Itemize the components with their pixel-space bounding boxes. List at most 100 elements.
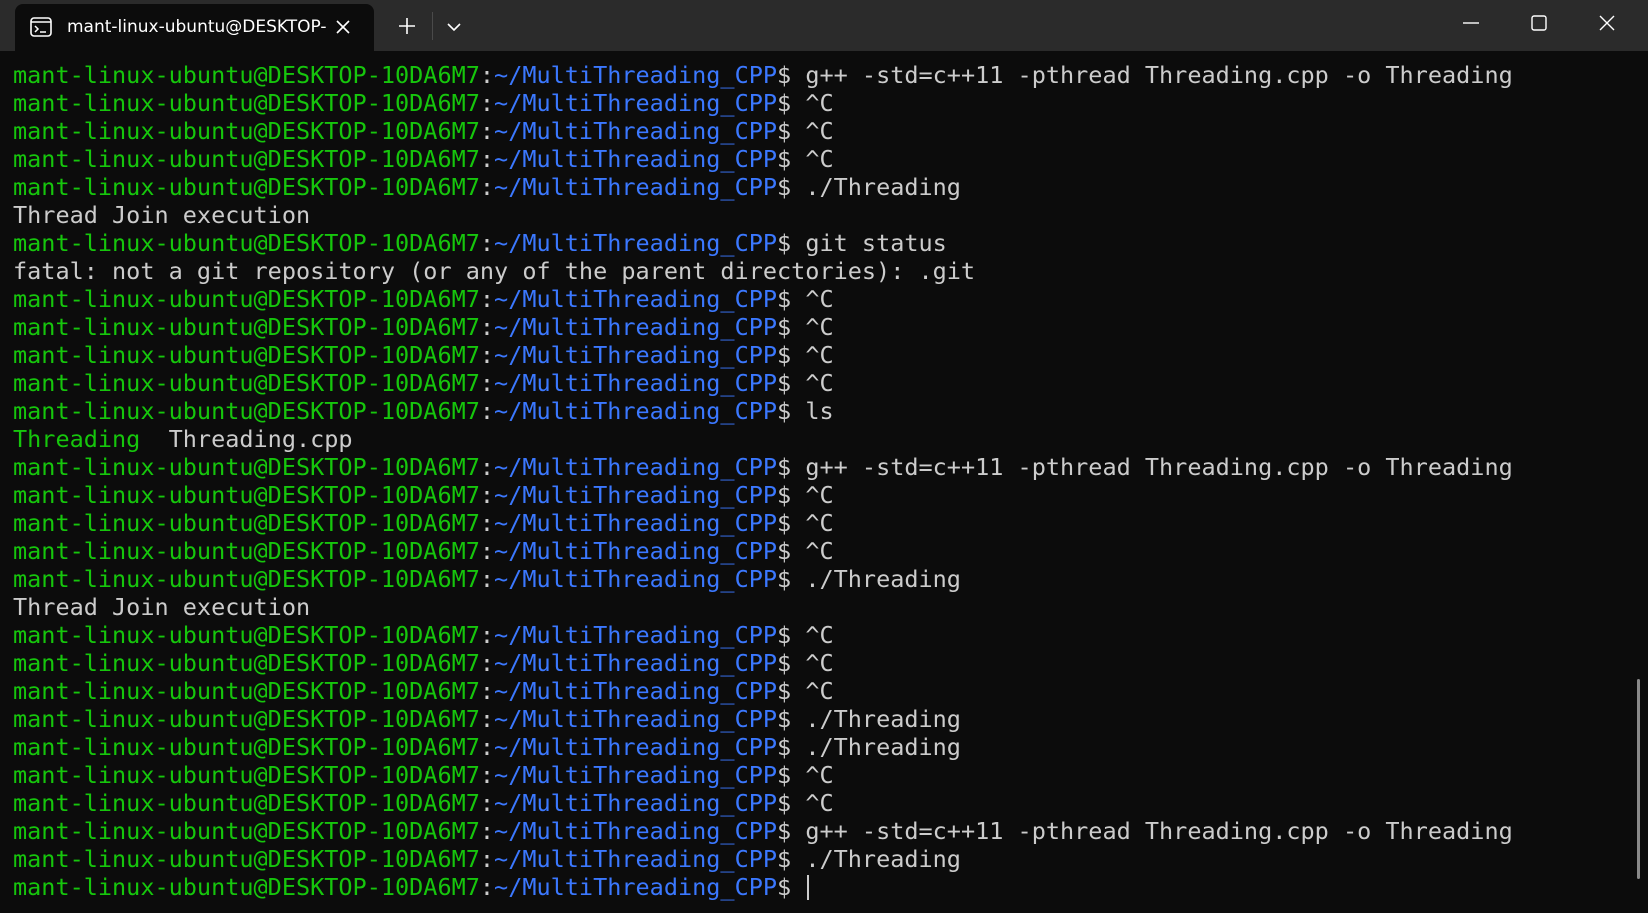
prompt-path: ~/MultiThreading_CPP xyxy=(494,649,778,677)
output-text: fatal: not a git repository (or any of t… xyxy=(13,257,976,285)
prompt-symbol: $ xyxy=(777,481,792,509)
close-tab-icon[interactable] xyxy=(334,18,352,36)
command-text: ^C xyxy=(805,117,834,145)
prompt-line: mant-linux-ubuntu@DESKTOP-10DA6M7:~/Mult… xyxy=(13,873,1630,901)
prompt-path: ~/MultiThreading_CPP xyxy=(494,117,778,145)
prompt-line: mant-linux-ubuntu@DESKTOP-10DA6M7:~/Mult… xyxy=(13,229,1630,257)
prompt-separator: : xyxy=(479,789,495,817)
close-icon xyxy=(1599,15,1615,31)
command-text: ^C xyxy=(805,369,834,397)
output-line: Thread Join execution xyxy=(13,201,1630,229)
prompt-path: ~/MultiThreading_CPP xyxy=(494,229,778,257)
prompt-line: mant-linux-ubuntu@DESKTOP-10DA6M7:~/Mult… xyxy=(13,369,1630,397)
prompt-symbol: $ xyxy=(777,621,792,649)
prompt-line: mant-linux-ubuntu@DESKTOP-10DA6M7:~/Mult… xyxy=(13,341,1630,369)
prompt-line: mant-linux-ubuntu@DESKTOP-10DA6M7:~/Mult… xyxy=(13,509,1630,537)
prompt-separator: : xyxy=(479,145,495,173)
prompt-line: mant-linux-ubuntu@DESKTOP-10DA6M7:~/Mult… xyxy=(13,649,1630,677)
prompt-symbol: $ xyxy=(777,845,792,873)
output-text: Thread Join execution xyxy=(13,593,311,621)
prompt-user-host: mant-linux-ubuntu@DESKTOP-10DA6M7 xyxy=(13,845,480,873)
prompt-separator: : xyxy=(479,481,495,509)
output-line: Thread Join execution xyxy=(13,593,1630,621)
maximize-button[interactable] xyxy=(1505,0,1573,46)
prompt-symbol: $ xyxy=(777,341,792,369)
command-text: g++ -std=c++11 -pthread Threading.cpp -o… xyxy=(805,817,1513,845)
command-text: ./Threading xyxy=(805,845,961,873)
prompt-user-host: mant-linux-ubuntu@DESKTOP-10DA6M7 xyxy=(13,89,480,117)
prompt-path: ~/MultiThreading_CPP xyxy=(494,145,778,173)
prompt-symbol: $ xyxy=(777,733,792,761)
prompt-separator: : xyxy=(479,537,495,565)
command-text: ^C xyxy=(805,89,834,117)
prompt-symbol: $ xyxy=(777,649,792,677)
prompt-separator: : xyxy=(479,117,495,145)
prompt-symbol: $ xyxy=(777,285,792,313)
prompt-line: mant-linux-ubuntu@DESKTOP-10DA6M7:~/Mult… xyxy=(13,313,1630,341)
prompt-path: ~/MultiThreading_CPP xyxy=(494,705,778,733)
prompt-separator: : xyxy=(479,285,495,313)
command-text: ^C xyxy=(805,621,834,649)
terminal-output[interactable]: mant-linux-ubuntu@DESKTOP-10DA6M7:~/Mult… xyxy=(0,51,1630,913)
prompt-line: mant-linux-ubuntu@DESKTOP-10DA6M7:~/Mult… xyxy=(13,145,1630,173)
prompt-user-host: mant-linux-ubuntu@DESKTOP-10DA6M7 xyxy=(13,117,480,145)
prompt-user-host: mant-linux-ubuntu@DESKTOP-10DA6M7 xyxy=(13,173,480,201)
command-text: ^C xyxy=(805,509,834,537)
prompt-path: ~/MultiThreading_CPP xyxy=(494,873,778,901)
close-window-button[interactable] xyxy=(1573,0,1641,46)
prompt-path: ~/MultiThreading_CPP xyxy=(494,369,778,397)
scrollbar[interactable] xyxy=(1630,51,1648,913)
prompt-line: mant-linux-ubuntu@DESKTOP-10DA6M7:~/Mult… xyxy=(13,817,1630,845)
prompt-user-host: mant-linux-ubuntu@DESKTOP-10DA6M7 xyxy=(13,733,480,761)
output-line: fatal: not a git repository (or any of t… xyxy=(13,257,1630,285)
prompt-user-host: mant-linux-ubuntu@DESKTOP-10DA6M7 xyxy=(13,285,480,313)
terminal-tab[interactable]: mant-linux-ubuntu@DESKTOP-10DA6M7: ~/Mul… xyxy=(15,4,374,51)
command-text: g++ -std=c++11 -pthread Threading.cpp -o… xyxy=(805,453,1513,481)
prompt-path: ~/MultiThreading_CPP xyxy=(494,789,778,817)
prompt-path: ~/MultiThreading_CPP xyxy=(494,285,778,313)
command-text: ./Threading xyxy=(805,173,961,201)
prompt-symbol: $ xyxy=(777,369,792,397)
plus-icon xyxy=(399,18,415,34)
prompt-user-host: mant-linux-ubuntu@DESKTOP-10DA6M7 xyxy=(13,621,480,649)
terminal-window: mant-linux-ubuntu@DESKTOP-10DA6M7: ~/Mul… xyxy=(0,0,1648,913)
prompt-path: ~/MultiThreading_CPP xyxy=(494,509,778,537)
chevron-down-icon xyxy=(447,23,461,32)
command-text: ./Threading xyxy=(805,733,961,761)
prompt-symbol: $ xyxy=(777,537,792,565)
prompt-user-host: mant-linux-ubuntu@DESKTOP-10DA6M7 xyxy=(13,649,480,677)
output-text: Thread Join execution xyxy=(13,201,311,229)
prompt-line: mant-linux-ubuntu@DESKTOP-10DA6M7:~/Mult… xyxy=(13,761,1630,789)
prompt-user-host: mant-linux-ubuntu@DESKTOP-10DA6M7 xyxy=(13,481,480,509)
prompt-separator: : xyxy=(479,621,495,649)
prompt-symbol: $ xyxy=(777,117,792,145)
prompt-line: mant-linux-ubuntu@DESKTOP-10DA6M7:~/Mult… xyxy=(13,621,1630,649)
prompt-symbol: $ xyxy=(777,817,792,845)
prompt-separator: : xyxy=(479,341,495,369)
prompt-user-host: mant-linux-ubuntu@DESKTOP-10DA6M7 xyxy=(13,705,480,733)
text-cursor xyxy=(807,875,810,900)
prompt-symbol: $ xyxy=(777,61,792,89)
prompt-path: ~/MultiThreading_CPP xyxy=(494,313,778,341)
tab-title: mant-linux-ubuntu@DESKTOP-10DA6M7: ~/Mul… xyxy=(67,17,327,37)
new-tab-button[interactable] xyxy=(396,15,418,37)
scrollbar-thumb[interactable] xyxy=(1637,679,1640,879)
prompt-symbol: $ xyxy=(777,761,792,789)
command-text: g++ -std=c++11 -pthread Threading.cpp -o… xyxy=(805,61,1513,89)
minimize-icon xyxy=(1463,22,1479,24)
prompt-symbol: $ xyxy=(777,173,792,201)
prompt-separator: : xyxy=(479,565,495,593)
prompt-user-host: mant-linux-ubuntu@DESKTOP-10DA6M7 xyxy=(13,873,480,901)
tab-dropdown-button[interactable] xyxy=(443,16,465,38)
command-text: ^C xyxy=(805,789,834,817)
prompt-symbol: $ xyxy=(777,313,792,341)
prompt-path: ~/MultiThreading_CPP xyxy=(494,733,778,761)
prompt-separator: : xyxy=(479,61,495,89)
prompt-path: ~/MultiThreading_CPP xyxy=(494,89,778,117)
prompt-path: ~/MultiThreading_CPP xyxy=(494,537,778,565)
minimize-button[interactable] xyxy=(1437,0,1505,46)
prompt-path: ~/MultiThreading_CPP xyxy=(494,397,778,425)
prompt-path: ~/MultiThreading_CPP xyxy=(494,761,778,789)
prompt-symbol: $ xyxy=(777,565,792,593)
prompt-line: mant-linux-ubuntu@DESKTOP-10DA6M7:~/Mult… xyxy=(13,537,1630,565)
